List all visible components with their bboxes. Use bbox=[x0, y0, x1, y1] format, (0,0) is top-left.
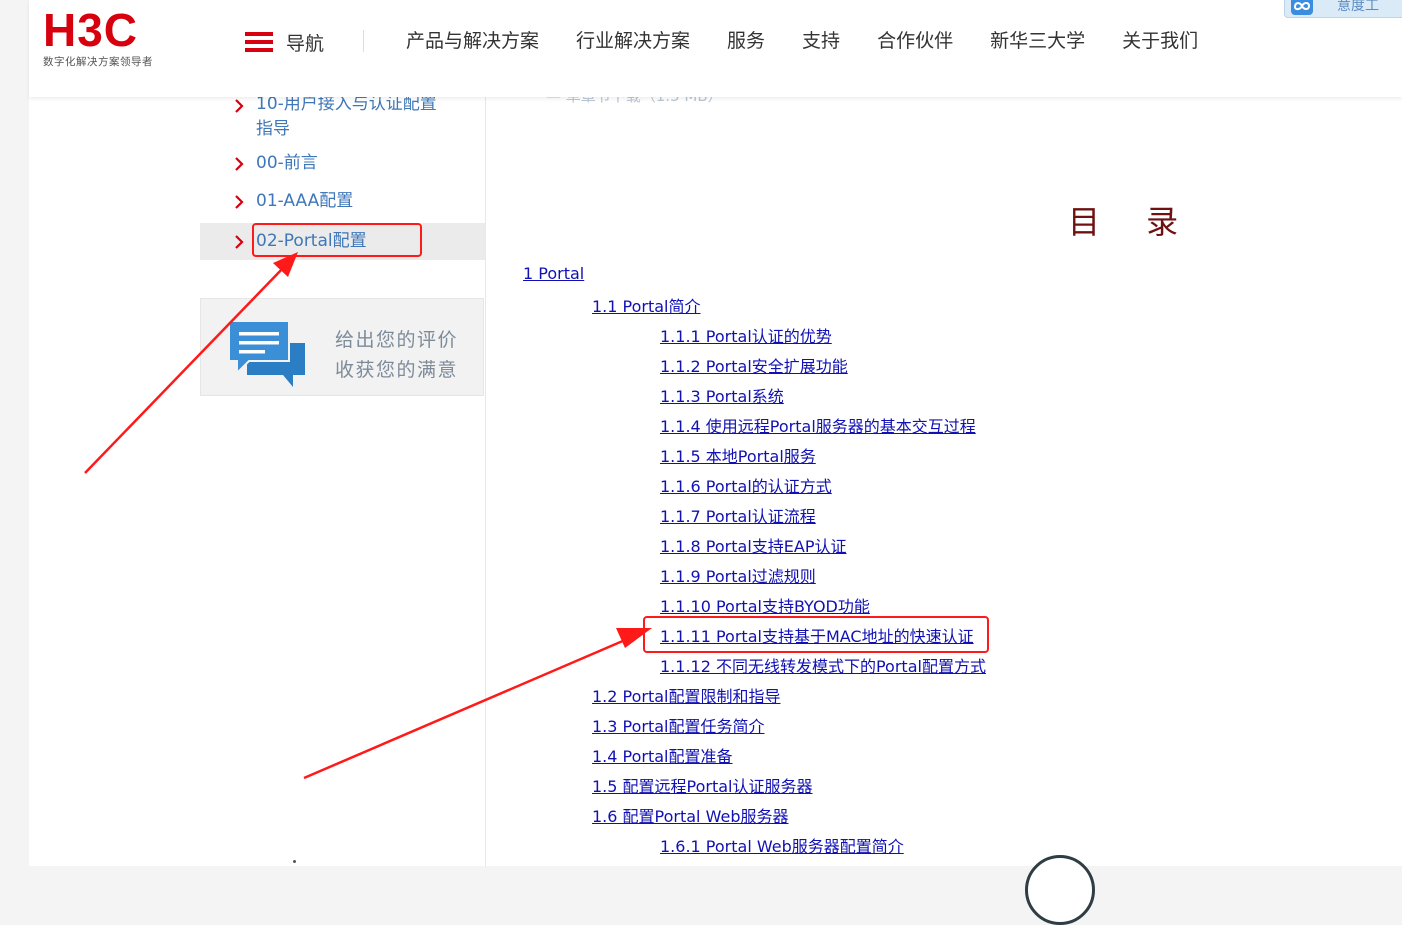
nav-link-industry[interactable]: 行业解决方案 bbox=[576, 28, 690, 54]
toc-link-1-1-4[interactable]: 1.1.4 使用远程Portal服务器的基本交互过程 bbox=[660, 416, 976, 438]
sidebar-item-portal[interactable]: 02-Portal配置 bbox=[200, 223, 485, 260]
document-content: — 单章节下载（1.5 MB） 目 录 1 Portal 1.1 Portal简… bbox=[486, 97, 1402, 866]
nav-menu-button[interactable]: 导航 bbox=[245, 30, 325, 55]
sidebar-item-label: 02-Portal配置 bbox=[256, 231, 367, 251]
hamburger-icon bbox=[245, 32, 273, 52]
sidebar-item-aaa[interactable]: 01-AAA配置 bbox=[200, 191, 485, 217]
sidebar-item-label-cont: 指导 bbox=[256, 119, 290, 139]
toc-link-1-1-11[interactable]: 1.1.11 Portal支持基于MAC地址的快速认证 bbox=[660, 626, 974, 648]
feedback-card[interactable]: 给出您的评价 收获您的满意 bbox=[200, 298, 484, 396]
toc-link-1-1-9[interactable]: 1.1.9 Portal过滤规则 bbox=[660, 566, 816, 588]
toc-link-1-5[interactable]: 1.5 配置远程Portal认证服务器 bbox=[592, 776, 813, 798]
chevron-right-icon bbox=[235, 235, 244, 249]
chapter-sidebar: 10-用户接入与认证配置 指导 00-前言 01-AAA配置 02-Portal… bbox=[200, 94, 485, 866]
toc-link-1-2[interactable]: 1.2 Portal配置限制和指导 bbox=[592, 686, 781, 708]
toc-link-1-6-1[interactable]: 1.6.1 Portal Web服务器配置简介 bbox=[660, 836, 904, 858]
logo-mark: H3C bbox=[43, 4, 139, 56]
badge-label: 意度工 bbox=[1337, 0, 1379, 14]
chat-bubble-icon bbox=[228, 320, 305, 387]
decorative-dot bbox=[293, 860, 296, 863]
toc-title: 目 录 bbox=[1068, 203, 1197, 241]
toc-link-1-6[interactable]: 1.6 配置Portal Web服务器 bbox=[592, 806, 788, 828]
toc-link-1-1-2[interactable]: 1.1.2 Portal安全扩展功能 bbox=[660, 356, 848, 378]
feedback-line-2: 收获您的满意 bbox=[335, 359, 459, 381]
chevron-right-icon bbox=[235, 157, 244, 171]
nav-link-services[interactable]: 服务 bbox=[727, 28, 765, 54]
nav-link-about[interactable]: 关于我们 bbox=[1122, 28, 1198, 54]
toc-link-1-3[interactable]: 1.3 Portal配置任务简介 bbox=[592, 716, 765, 738]
nav-link-partners[interactable]: 合作伙伴 bbox=[877, 28, 953, 54]
page: H3C 数字化解决方案领导者 导航 产品与解决方案 行业解决方案 服务 支持 合… bbox=[29, 0, 1402, 866]
toc-link-1-1-3[interactable]: 1.1.3 Portal系统 bbox=[660, 386, 784, 408]
toc-link-1-1-10[interactable]: 1.1.10 Portal支持BYOD功能 bbox=[660, 596, 870, 618]
chevron-right-icon bbox=[235, 99, 244, 113]
toc-link-1[interactable]: 1 Portal bbox=[523, 263, 584, 285]
sidebar-item-preface[interactable]: 00-前言 bbox=[200, 153, 485, 179]
nav-menu-label: 导航 bbox=[286, 32, 325, 55]
toc-link-1-1-6[interactable]: 1.1.6 Portal的认证方式 bbox=[660, 476, 832, 498]
download-link-partial[interactable]: — 单章节下载（1.5 MB） bbox=[546, 97, 723, 106]
nav-link-products[interactable]: 产品与解决方案 bbox=[406, 28, 539, 54]
sidebar-item-label: 01-AAA配置 bbox=[256, 191, 354, 211]
nav-divider bbox=[363, 30, 364, 52]
toc-link-1-1-7[interactable]: 1.1.7 Portal认证流程 bbox=[660, 506, 816, 528]
floating-badge[interactable]: 意度工 bbox=[1284, 0, 1402, 18]
toc-link-1-1-8[interactable]: 1.1.8 Portal支持EAP认证 bbox=[660, 536, 846, 558]
infinity-icon bbox=[1291, 0, 1313, 15]
logo-tagline: 数字化解决方案领导者 bbox=[43, 56, 153, 68]
site-header: H3C 数字化解决方案领导者 导航 产品与解决方案 行业解决方案 服务 支持 合… bbox=[29, 0, 1402, 97]
sidebar-item-user-access[interactable]: 10-用户接入与认证配置 指导 bbox=[200, 94, 485, 148]
nav-link-university[interactable]: 新华三大学 bbox=[990, 28, 1085, 54]
top-nav: 产品与解决方案 行业解决方案 服务 支持 合作伙伴 新华三大学 关于我们 bbox=[406, 28, 1198, 54]
toc-link-1-1-12[interactable]: 1.1.12 不同无线转发模式下的Portal配置方式 bbox=[660, 656, 986, 678]
toc-link-1-1[interactable]: 1.1 Portal简介 bbox=[592, 296, 701, 318]
feedback-line-1: 给出您的评价 bbox=[335, 329, 459, 351]
toc-link-1-1-1[interactable]: 1.1.1 Portal认证的优势 bbox=[660, 326, 832, 348]
sidebar-item-label: 00-前言 bbox=[256, 153, 318, 173]
chevron-right-icon bbox=[235, 195, 244, 209]
nav-link-support[interactable]: 支持 bbox=[802, 28, 840, 54]
toc-link-1-1-5[interactable]: 1.1.5 本地Portal服务 bbox=[660, 446, 816, 468]
toc-link-1-4[interactable]: 1.4 Portal配置准备 bbox=[592, 746, 733, 768]
h3c-logo[interactable]: H3C 数字化解决方案领导者 bbox=[43, 4, 153, 69]
